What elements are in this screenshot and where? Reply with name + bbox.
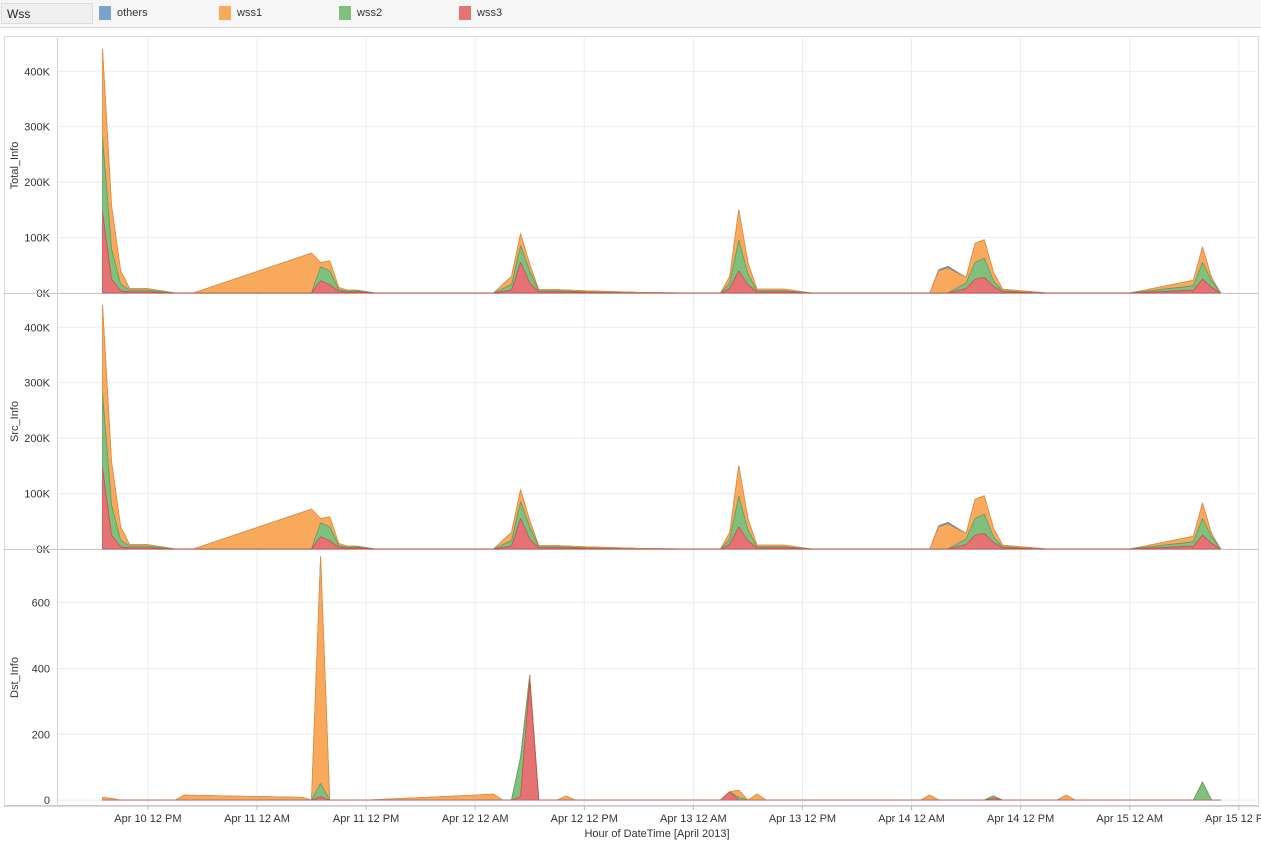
x-tick-label: Apr 13 12 AM	[660, 813, 727, 825]
x-tick-label: Apr 14 12 PM	[987, 813, 1054, 825]
x-tick-label: Apr 15 12 PM	[1205, 813, 1261, 825]
x-tick-label: Apr 12 12 PM	[551, 813, 618, 825]
x-tick-label: Apr 13 12 PM	[769, 813, 836, 825]
y-axis-title: Total_Info	[9, 142, 21, 190]
x-axis-ticks: Apr 10 12 PM Apr 11 12 AM Apr 11 12 PM Apr …	[114, 805, 1261, 825]
chart-frame	[4, 36, 1259, 807]
y-tick-label: 300K	[24, 122, 50, 134]
y-axis-title: Src_Info	[9, 401, 21, 442]
y-tick-label: 400	[32, 663, 50, 675]
x-tick-label: Apr 11 12 AM	[224, 813, 290, 825]
y-tick-label: 100K	[24, 489, 50, 501]
x-tick-label: Apr 15 12 AM	[1096, 813, 1163, 825]
y-tick-label: 100K	[24, 233, 50, 245]
y-tick-label: 400K	[24, 322, 50, 334]
x-axis-title: Hour of DateTime [April 2013]	[584, 828, 729, 840]
y-axis-title: Dst_Info	[9, 657, 21, 698]
y-tick-label: 300K	[24, 378, 50, 390]
y-tick-label: 200K	[24, 177, 50, 189]
y-tick-label: 200K	[24, 433, 50, 445]
x-tick-label: Apr 10 12 PM	[114, 813, 181, 825]
y-tick-label: 400K	[24, 66, 50, 78]
y-tick-label: 200	[32, 729, 50, 741]
x-tick-label: Apr 14 12 AM	[878, 813, 945, 825]
stacked-area-chart: 0K100K200K300K400KTotal_Info0K100K200K30…	[4, 36, 1261, 840]
y-tick-label: 600	[32, 598, 50, 610]
x-tick-label: Apr 12 12 AM	[442, 813, 509, 825]
x-tick-label: Apr 11 12 PM	[333, 813, 399, 825]
